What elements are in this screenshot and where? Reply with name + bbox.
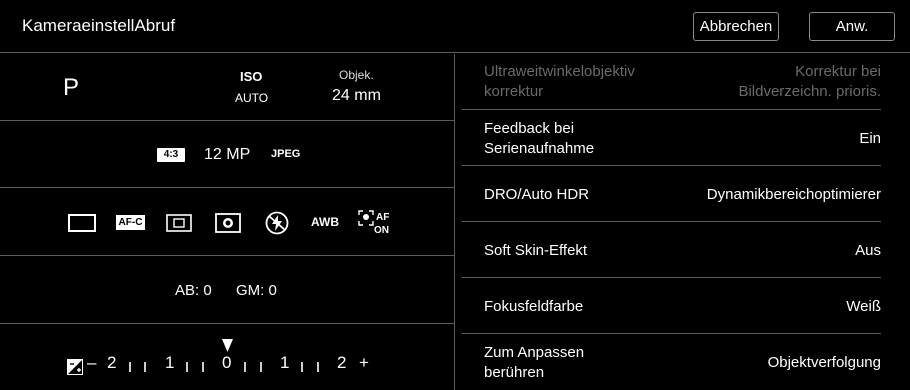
setting-label-line: Feedback bei [484, 120, 575, 137]
setting-label: DRO/Auto HDR [484, 186, 590, 203]
lens-value: 24 mm [332, 87, 381, 104]
page-title: KameraeinstellAbruf [22, 16, 176, 35]
setting-label-line: Zum Anpassen [484, 344, 585, 361]
apply-button[interactable]: Anw. [809, 12, 895, 41]
iso-label: ISO [240, 69, 263, 84]
setting-value: Objektverfolgung [767, 354, 881, 371]
exposure-compensation-row[interactable]: – 2 1 0 1 2 + [0, 324, 455, 390]
metering-icon [215, 213, 241, 233]
setting-label-line: Ultraweitwinkelobjektiv [484, 63, 635, 80]
focus-area-icon [166, 214, 192, 232]
cancel-button[interactable]: Abbrechen [693, 12, 779, 41]
white-balance-shift-row[interactable]: AB: 0 GM: 0 [0, 256, 455, 324]
settings-list: Ultraweitwinkelobjektiv korrektur Korrek… [456, 54, 910, 390]
flash-off-icon [265, 211, 289, 235]
setting-value: Korrektur bei Bildverzeichn. prioris. [738, 62, 881, 102]
setting-label: Soft Skin-Effekt [484, 242, 588, 259]
setting-value: Ein [859, 130, 881, 147]
svg-text:AF: AF [376, 212, 389, 223]
aspect-ratio-badge: 4:3 [157, 148, 185, 162]
setting-label-line: Serienaufnahme [484, 140, 595, 157]
setting-label: Fokusfeldfarbe [484, 298, 584, 315]
ab-shift-value: AB: 0 [175, 282, 212, 299]
setting-label-line: berühren [484, 364, 545, 381]
setting-value-line: Korrektur bei [795, 63, 881, 80]
drive-single-icon [68, 214, 96, 232]
setting-row-burst-feedback[interactable]: Feedback bei Serienaufnahme Ein [456, 110, 910, 166]
camera-summary-panel: P ISO AUTO Objek. 24 mm 4:3 12 MP JPEG A… [0, 54, 455, 390]
gm-shift-value: GM: 0 [236, 282, 277, 299]
setting-row-touch-to-adjust[interactable]: Zum Anpassen berühren Objektverfolgung [456, 334, 910, 390]
shooting-mode: P [63, 74, 80, 101]
face-af-on-icon: AF ON [358, 210, 389, 236]
image-quality-row[interactable]: 4:3 12 MP JPEG [0, 121, 455, 188]
image-size: 12 MP [204, 146, 251, 163]
ev-scale-ticks [129, 339, 319, 372]
setting-value: Aus [855, 242, 881, 259]
setting-row-soft-skin[interactable]: Soft Skin-Effekt Aus [456, 222, 910, 278]
header-bar: KameraeinstellAbruf Abbrechen Anw. [0, 0, 910, 53]
awb-icon: AWB [311, 215, 339, 229]
setting-label: Feedback bei Serienaufnahme [484, 119, 594, 159]
lens-label: Objek. [339, 68, 374, 82]
setting-row-lens-correction: Ultraweitwinkelobjektiv korrektur Korrek… [456, 54, 910, 110]
setting-label: Ultraweitwinkelobjektiv korrektur [484, 62, 635, 102]
setting-label-line: korrektur [484, 83, 544, 100]
svg-text:ON: ON [374, 225, 389, 236]
exposure-row[interactable]: P ISO AUTO Objek. 24 mm [0, 54, 455, 121]
setting-value: Weiß [846, 298, 881, 315]
setting-value-line: Bildverzeichn. prioris. [738, 83, 881, 100]
setting-row-dro-hdr[interactable]: DRO/Auto HDR Dynamikbereichoptimierer [456, 166, 910, 222]
setting-label: Zum Anpassen berühren [484, 343, 584, 383]
exposure-compensation-icon [67, 359, 83, 375]
file-format: JPEG [271, 148, 301, 160]
setting-value: Dynamikbereichoptimierer [706, 186, 881, 203]
shooting-settings-row[interactable]: AF-C AWB AF ON [0, 188, 455, 256]
iso-value: AUTO [235, 91, 269, 105]
af-c-icon: AF-C [116, 215, 145, 230]
setting-row-focus-frame-color[interactable]: Fokusfeldfarbe Weiß [456, 278, 910, 334]
